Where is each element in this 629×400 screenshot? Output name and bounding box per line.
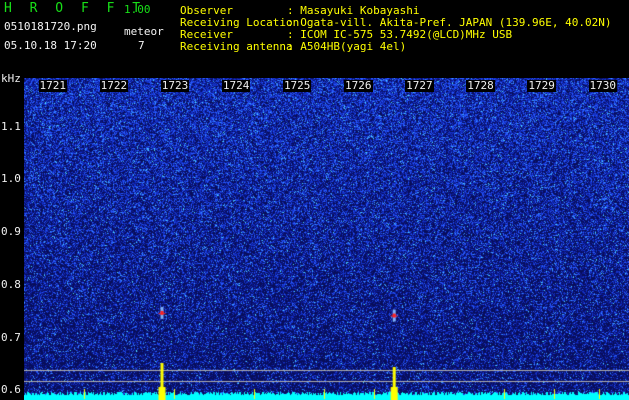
file-datetime: 05.10.18 17:20	[4, 39, 97, 52]
meteor-label: meteor	[124, 25, 164, 38]
meteor-count: 7	[138, 39, 145, 52]
file-name: 0510181720.png	[4, 20, 97, 33]
y-tick-label: 0.7	[1, 330, 21, 344]
y-tick-label: 1.1	[1, 119, 21, 133]
y-tick-label: 0.6	[1, 383, 21, 397]
x-tick-label: 1726	[344, 79, 373, 92]
x-tick-label: 1722	[99, 79, 129, 92]
antenna-label: Receiving antenna	[180, 40, 293, 53]
x-tick-label: 1727	[405, 79, 434, 92]
x-tick-label: 1723	[160, 79, 190, 92]
x-tick-label: 1721	[38, 79, 67, 92]
antenna-value: : A504HB(yagi 4el)	[287, 40, 407, 53]
spectrogram-canvas	[24, 78, 629, 400]
x-tick-label: 1728	[466, 79, 495, 92]
app-version: 1.00	[124, 3, 151, 16]
header-panel: H R O F F T 1.00 0510181720.png 05.10.18…	[0, 0, 629, 78]
x-tick-label: 1725	[282, 79, 312, 92]
y-tick-label: 0.8	[1, 277, 21, 291]
x-tick-label: 1730	[588, 79, 617, 92]
y-axis-unit: kHz	[1, 72, 21, 85]
y-tick-label: 1.0	[1, 172, 21, 186]
x-tick-label: 1724	[221, 79, 251, 92]
y-tick-label: 0.9	[1, 225, 21, 239]
x-tick-label: 1729	[527, 79, 556, 92]
spectrogram-panel	[24, 78, 629, 400]
